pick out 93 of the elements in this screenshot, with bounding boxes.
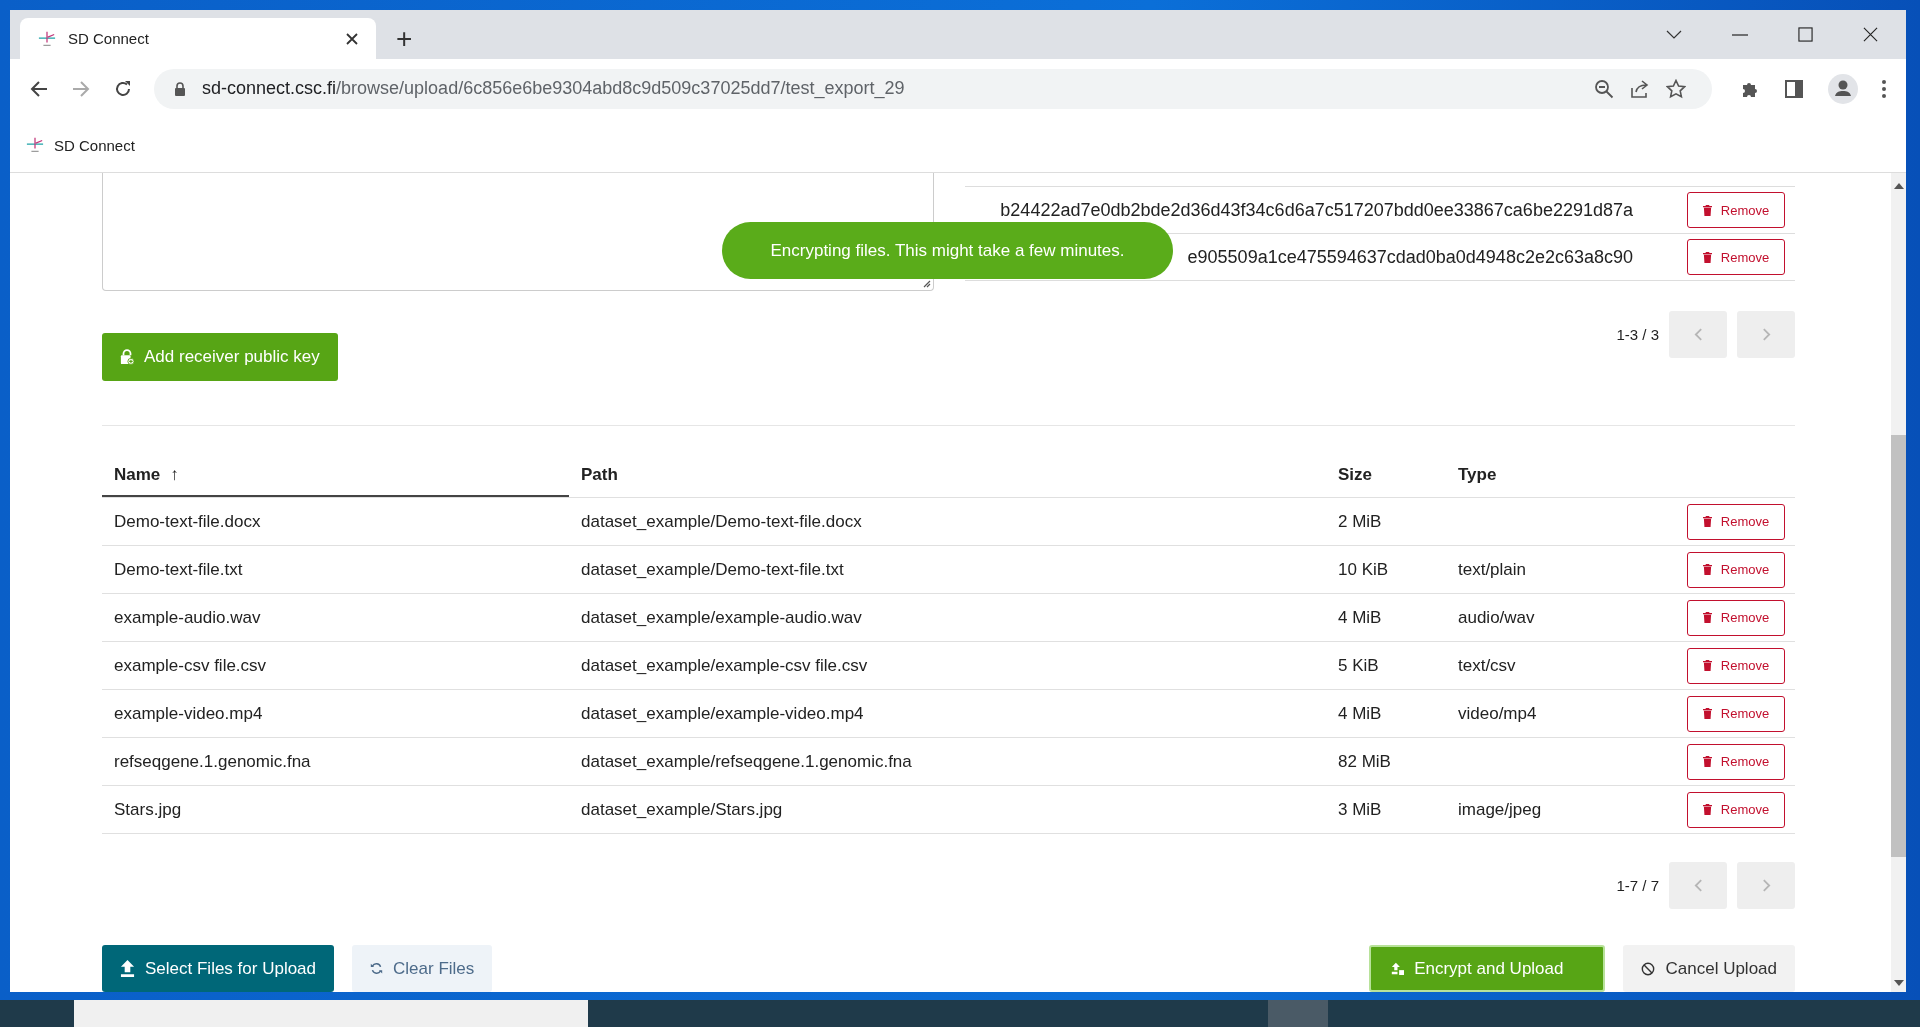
url-text: sd-connect.csc.fi/browse/upload/6c856e6be9304abd8c9d509c37025dd7/test_export_29 [202,78,905,99]
table-cell-text: Demo-text-file.txt [113,559,244,580]
back-icon[interactable] [30,79,48,98]
remove-button[interactable]: Remove [1687,239,1785,275]
cancel-upload-button[interactable]: Cancel Upload [1623,945,1795,992]
column-header[interactable]: Path [569,454,1326,497]
table-cell-text: audio/wav [1457,607,1536,628]
browser-tab[interactable]: SD Connect [20,18,376,59]
refresh-icon [370,962,384,975]
trash-icon [1702,708,1712,719]
table-cell-text: 4 MiB [1337,703,1383,724]
bookmark-item[interactable]: SD Connect [26,136,135,154]
lock-plus-icon [120,349,134,365]
remove-button[interactable]: Remove [1687,192,1785,228]
remove-button[interactable]: Remove [1687,551,1785,588]
profile-icon[interactable] [1828,73,1858,104]
trash-icon [1702,804,1712,815]
resize-handle-icon[interactable] [921,278,931,288]
table-cell-text: Stars.jpg [113,799,183,820]
trash-icon [1702,660,1712,671]
chevron-down-icon[interactable] [1666,29,1682,40]
table-cell-text: 10 KiB [1337,559,1390,580]
table-cell-text: example-audio.wav [113,607,262,628]
remove-button[interactable]: Remove [1687,647,1785,684]
logo-icon [38,29,56,48]
scroll-up-icon[interactable] [1893,183,1904,189]
pagination-text: 1-3 / 3 [1616,326,1659,343]
table-cell-text: 82 MiB [1337,751,1392,772]
trash-icon [1702,251,1712,263]
address-bar[interactable]: sd-connect.csc.fi/browse/upload/6c856e6be9304abd8c9d509c37025dd7/test_export_29 [154,68,1712,109]
new-tab-button[interactable]: + [396,25,413,53]
remove-button[interactable]: Remove [1687,503,1785,540]
close-icon[interactable] [1863,27,1878,42]
table-cell-text: text/csv [1457,655,1517,676]
remove-button[interactable]: Remove [1687,791,1785,828]
remove-button[interactable]: Remove [1687,695,1785,732]
table-cell-text: example-csv file.csv [113,655,268,676]
clear-files-button[interactable]: Clear Files [352,945,493,992]
star-icon[interactable] [1666,78,1686,99]
table-cell-text: dataset_example/example-audio.wav [580,607,863,628]
share-icon[interactable] [1630,78,1650,99]
chevron-left-icon [1693,327,1703,342]
column-header[interactable]: Size [1326,454,1446,497]
trash-icon [1702,612,1712,623]
maximize-icon[interactable] [1798,27,1813,42]
table-cell-text: 4 MiB [1337,607,1383,628]
table-cell-text: dataset_example/Stars.jpg [580,799,784,820]
logo-icon [26,136,44,154]
select-files-button[interactable]: Select Files for Upload [102,945,335,992]
lock-icon [174,81,186,96]
chevron-right-icon [1761,327,1771,342]
ban-icon [1641,961,1656,976]
table-cell-text: dataset_example/refseqgene.1.genomic.fna [580,751,913,772]
scroll-down-icon[interactable] [1893,980,1904,986]
remove-button[interactable]: Remove [1687,599,1785,636]
trash-icon [1702,756,1712,767]
tab-title: SD Connect [68,30,150,47]
trash-icon [1702,204,1712,216]
table-cell-text: 3 MiB [1337,799,1383,820]
table-cell-text: image/jpeg [1457,799,1543,820]
table-cell-text: dataset_example/Demo-text-file.txt [580,559,845,580]
public-key-text: b24422ad7e0db2bde2d36d43f34c6d6a7c517207bdd0ee33867ca6be2291d87a [1000,199,1633,221]
menu-icon[interactable] [1882,79,1886,98]
reload-icon[interactable] [114,79,132,98]
column-header[interactable]: Type [1446,454,1685,497]
trash-icon [1702,516,1712,527]
table-cell-text: example-video.mp4 [113,703,264,724]
add-key-button[interactable]: Add receiver public key [102,333,338,381]
table-cell-text: 2 MiB [1337,511,1383,532]
remove-button[interactable]: Remove [1687,743,1785,780]
chevron-right-icon [1761,878,1771,893]
close-icon[interactable] [346,32,358,45]
table-cell-text: dataset_example/example-csv file.csv [580,655,869,676]
table-cell-text: 5 KiB [1337,655,1380,676]
table-cell-text: video/mp4 [1457,703,1538,724]
side-panel-icon[interactable] [1784,78,1804,99]
column-header[interactable]: Name ↑ [102,454,569,497]
table-cell-text: refseqgene.1.genomic.fna [113,751,312,772]
minimize-icon[interactable] [1732,33,1748,36]
table-cell-text: Demo-text-file.docx [113,511,262,532]
pagination-text: 1-7 / 7 [1616,877,1659,894]
chevron-left-icon [1693,878,1703,893]
scrollbar[interactable] [1891,173,1906,992]
zoom-out-icon[interactable] [1594,78,1614,99]
encrypt-upload-button[interactable]: Encrypt and Upload [1369,945,1606,992]
trash-icon [1702,564,1712,575]
table-cell-text: text/plain [1457,559,1528,580]
upload-lock-icon [1391,962,1405,975]
upload-icon [120,959,135,978]
notification-toast: Encrypting files. This might take a few minutes. [722,222,1173,279]
public-key-text: e905509a1ce475594637cdad0ba0d4948c2e2c63a8c90 [1187,246,1633,268]
table-cell-text: dataset_example/Demo-text-file.docx [580,511,863,532]
table-cell-text: dataset_example/example-video.mp4 [580,703,865,724]
